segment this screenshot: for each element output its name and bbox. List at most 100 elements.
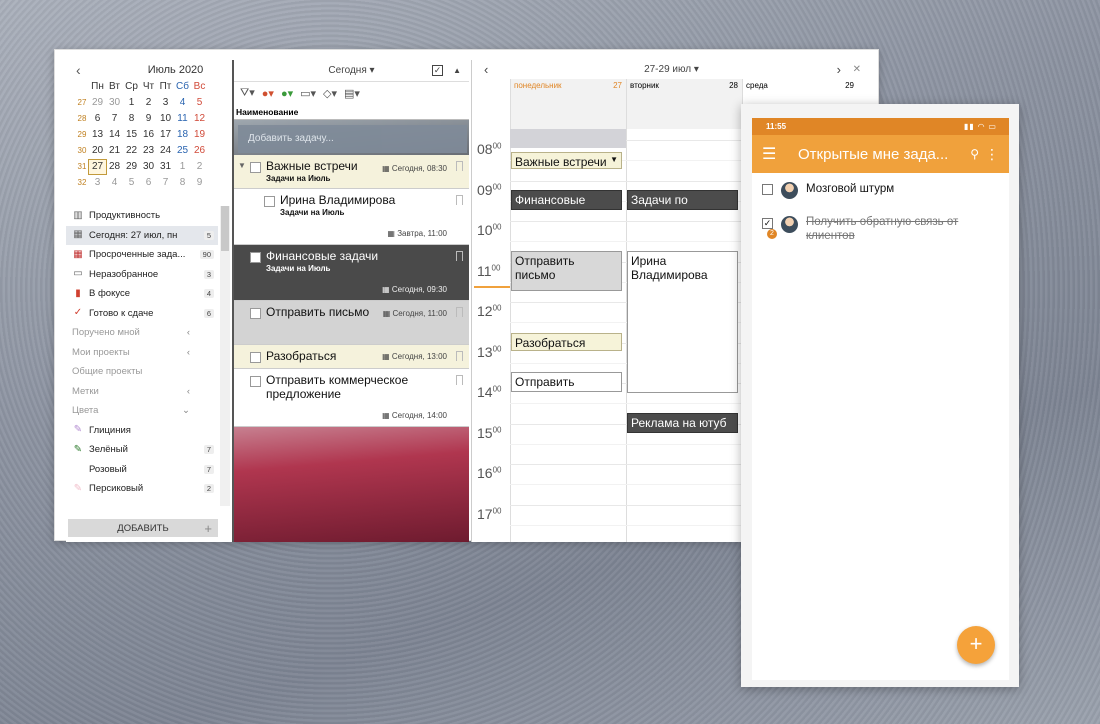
sidebar-item[interactable]: ▮ В фокусе 4 (66, 284, 218, 304)
chevron-left-icon[interactable]: ‹ (187, 327, 190, 338)
task-checkbox[interactable] (250, 162, 261, 173)
calendar-day[interactable]: 15 (123, 128, 140, 142)
sidebar-item[interactable]: ✎ Глициния (66, 421, 218, 441)
view-icon[interactable]: ▤▾ (344, 87, 360, 100)
chevron-left-icon[interactable]: ‹ (187, 347, 190, 358)
bookmark-icon[interactable] (456, 307, 463, 317)
hamburger-menu-icon[interactable]: ☰ (762, 144, 778, 164)
calendar-day[interactable]: 4 (106, 176, 123, 190)
task-row[interactable]: Ирина Владимирова Задачи на Июль ▦ Завтра,… (234, 189, 469, 245)
calendar-day[interactable]: 4 (174, 96, 191, 110)
collapse-icon[interactable]: ▲ (453, 66, 461, 75)
calendar-day[interactable]: 31 (157, 160, 174, 174)
task-checkbox[interactable]: ✓ (762, 218, 773, 229)
calendar-day[interactable]: 8 (123, 112, 140, 126)
sidebar-item[interactable]: ▭ Неразобранное 3 (66, 265, 218, 285)
calendar-day[interactable]: 2 (140, 96, 157, 110)
show-done-checkbox[interactable]: ✓ (432, 65, 443, 76)
event-tasks[interactable]: Задачи по (627, 190, 738, 210)
calendar-day[interactable]: 17 (157, 128, 174, 142)
event-youtube-ad[interactable]: Реклама на ютуб (627, 413, 738, 433)
calendar-day[interactable]: 9 (140, 112, 157, 126)
add-task-input[interactable]: Добавить задачу... (238, 125, 467, 153)
search-icon[interactable]: ⚲ (970, 147, 979, 161)
executor-icon[interactable]: ●▾ (281, 87, 293, 100)
task-checkbox[interactable] (250, 352, 261, 363)
bookmark-icon[interactable] (456, 195, 463, 205)
event-irina[interactable]: Ирина Владимирова (627, 251, 738, 393)
next-range-icon[interactable]: › (837, 62, 841, 77)
calendar-day[interactable]: 14 (106, 128, 123, 142)
calendar-day[interactable]: 2 (191, 160, 208, 174)
calendar-day[interactable]: 24 (157, 144, 174, 158)
bookmark-icon[interactable] (456, 161, 463, 171)
range-dropdown[interactable]: 27-29 июл ▾ (644, 64, 699, 75)
calendar-day[interactable]: 8 (174, 176, 191, 190)
assignee-icon[interactable]: ●▾ (262, 87, 274, 100)
chevron-down-icon[interactable]: ⌄ (182, 405, 190, 416)
task-checkbox[interactable] (250, 252, 261, 263)
day-header[interactable]: понедельник 27 (510, 79, 626, 129)
calendar-day[interactable]: 5 (123, 176, 140, 190)
task-checkbox[interactable] (762, 184, 773, 195)
calendar-day[interactable]: 6 (89, 112, 106, 126)
close-icon[interactable]: ✕ (853, 64, 861, 75)
event-finance[interactable]: Финансовые (511, 190, 622, 210)
task-checkbox[interactable] (250, 308, 261, 319)
calendar-day[interactable]: 16 (140, 128, 157, 142)
sidebar-item[interactable]: Цвета ⌄ (66, 401, 218, 421)
task-checkbox[interactable] (264, 196, 275, 207)
task-row[interactable]: ▼ Важные встречи Задачи на Июль ▦ Сегодня, … (234, 155, 469, 189)
calendar-day[interactable]: 27 (88, 159, 107, 175)
calendar-day[interactable]: 1 (174, 160, 191, 174)
mobile-task-item[interactable]: ✓ 2 Получить обратную связь от клиентов (752, 207, 1009, 253)
task-row[interactable]: Отправить письмо ▦ Сегодня, 11:00 (234, 301, 469, 345)
day-header[interactable]: вторник 28 (626, 79, 742, 129)
calendar-day[interactable]: 6 (140, 176, 157, 190)
event-send[interactable]: Отправить (511, 372, 622, 392)
calendar-day[interactable]: 7 (157, 176, 174, 190)
prev-range-icon[interactable]: ‹ (484, 62, 488, 77)
filter-icon[interactable]: ⛛▾ (240, 86, 255, 100)
add-task-fab[interactable]: + (957, 626, 995, 664)
calendar-day[interactable]: 26 (191, 144, 208, 158)
calendar-day[interactable]: 22 (123, 144, 140, 158)
calendar-day[interactable]: 21 (106, 144, 123, 158)
calendar-day[interactable]: 30 (106, 96, 123, 110)
sidebar-item[interactable]: Общие проекты (66, 362, 218, 382)
task-row[interactable]: Отправить коммерческое предложение ▦ Сегод… (234, 369, 469, 427)
bookmark-icon[interactable] (456, 251, 463, 261)
calendar-day[interactable]: 13 (89, 128, 106, 142)
calendar-day[interactable]: 25 (174, 144, 191, 158)
calendar-day[interactable]: 5 (191, 96, 208, 110)
calendar-day[interactable]: 3 (89, 176, 106, 190)
sidebar-item[interactable]: ✓ Готово к сдаче 6 (66, 304, 218, 324)
sidebar-item[interactable]: ▥ Продуктивность (66, 206, 218, 226)
tag-icon[interactable]: ◇▾ (323, 87, 337, 100)
expand-icon[interactable]: ▼ (238, 161, 246, 170)
sidebar-item[interactable]: ✎ Персиковый 2 (66, 479, 218, 499)
filter-dropdown[interactable]: Сегодня ▾ (328, 65, 374, 76)
column-header[interactable]: Наименование (234, 104, 469, 120)
sidebar-item[interactable]: Метки ‹ (66, 382, 218, 402)
sidebar-item[interactable]: ✎ Зелёный 7 (66, 440, 218, 460)
event-figure-out[interactable]: Разобраться (511, 333, 622, 351)
calendar-day[interactable]: 28 (106, 160, 123, 174)
sidebar-item[interactable]: Мои проекты ‹ (66, 343, 218, 363)
calendar-day[interactable]: 1 (123, 96, 140, 110)
event-send-letter[interactable]: Отправить письмо (511, 251, 622, 291)
calendar-day[interactable]: 10 (157, 112, 174, 126)
event-important-meetings[interactable]: Важные встречи ▼ (511, 152, 622, 169)
calendar-day[interactable]: 3 (157, 96, 174, 110)
bookmark-icon[interactable] (456, 351, 463, 361)
add-button[interactable]: ДОБАВИТЬ + (68, 519, 218, 537)
calendar-day[interactable]: 20 (89, 144, 106, 158)
folder-icon[interactable]: ▭▾ (300, 87, 316, 100)
calendar-day[interactable]: 11 (174, 112, 191, 126)
calendar-day[interactable]: 18 (174, 128, 191, 142)
calendar-day[interactable]: 7 (106, 112, 123, 126)
prev-month-icon[interactable]: ‹ (76, 62, 81, 78)
more-icon[interactable]: ⋮ (985, 146, 999, 163)
calendar-day[interactable]: 29 (123, 160, 140, 174)
calendar-day[interactable]: 30 (140, 160, 157, 174)
